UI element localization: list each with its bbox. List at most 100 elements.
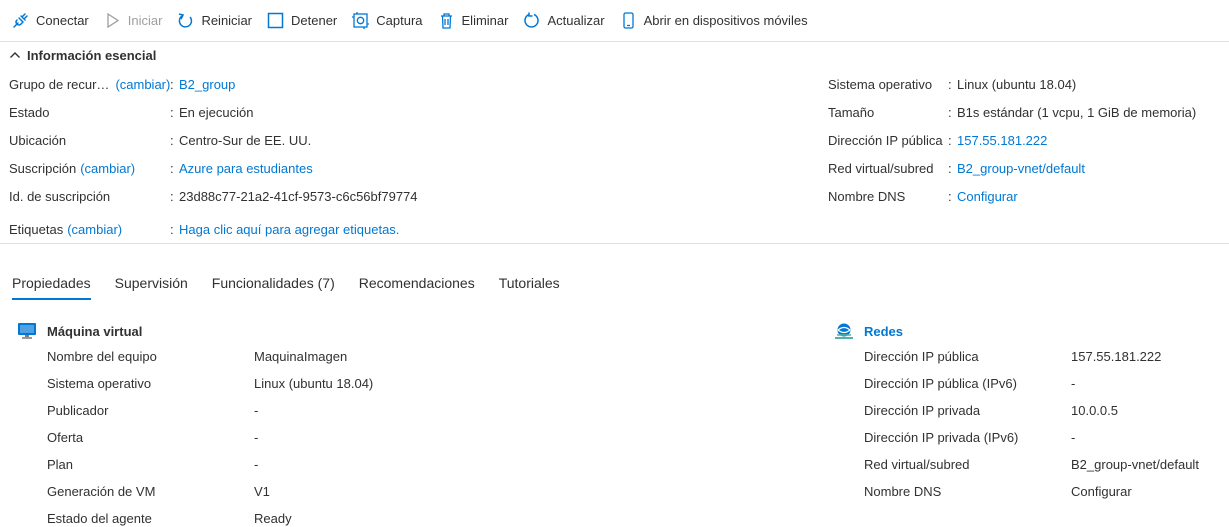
- tab-properties[interactable]: Propiedades: [12, 270, 91, 300]
- stop-label: Detener: [291, 13, 338, 28]
- tab-monitoring[interactable]: Supervisión: [115, 270, 188, 300]
- vnet-link[interactable]: B2_group-vnet/default: [957, 159, 1085, 177]
- refresh-button[interactable]: Actualizar: [523, 0, 605, 42]
- network-dns-configure-link[interactable]: Configurar: [1071, 482, 1132, 500]
- mobile-phone-icon: [620, 12, 637, 29]
- capture-icon: [352, 12, 370, 29]
- command-bar: Conectar Iniciar Reiniciar Detener Captu…: [0, 0, 1229, 42]
- vm-row-label: Oferta: [47, 429, 84, 445]
- start-label: Iniciar: [127, 13, 163, 28]
- tags-separator: :: [170, 221, 174, 237]
- vm-row-value: Ready: [254, 510, 292, 526]
- vm-row-label: Publicador: [47, 402, 109, 418]
- delete-button[interactable]: Eliminar: [438, 0, 509, 42]
- vm-row-label: Nombre del equipo: [47, 348, 157, 364]
- dns-configure-link[interactable]: Configurar: [957, 187, 1018, 205]
- connect-button[interactable]: Conectar: [12, 0, 89, 42]
- size-label: Tamaño: [828, 104, 875, 120]
- size-value: B1s estándar (1 vcpu, 1 GiB de memoria): [957, 104, 1197, 120]
- network-row-value: -: [1071, 375, 1076, 391]
- start-button[interactable]: Iniciar: [104, 0, 163, 42]
- network-icon: [834, 322, 854, 340]
- network-row-label: Nombre DNS: [864, 483, 942, 499]
- location-value: Centro-Sur de EE. UU.: [179, 132, 312, 148]
- open-mobile-button[interactable]: Abrir en dispositivos móviles: [620, 0, 808, 42]
- network-row-label: Dirección IP privada: [864, 402, 981, 418]
- tab-tutorials[interactable]: Tutoriales: [499, 270, 560, 300]
- trash-icon: [438, 12, 455, 29]
- location-label: Ubicación: [9, 132, 67, 148]
- connect-label: Conectar: [36, 13, 89, 28]
- status-label: Estado: [9, 104, 50, 120]
- vm-section-header: Máquina virtual: [17, 321, 142, 341]
- os-label: Sistema operativo: [828, 76, 933, 92]
- restart-label: Reiniciar: [201, 13, 253, 28]
- resource-group-row: Grupo de recur… (cambiar): [9, 75, 170, 93]
- network-section-header: Redes: [834, 321, 903, 341]
- subscription-value-link[interactable]: Azure para estudiantes: [179, 159, 313, 177]
- vm-section-title: Máquina virtual: [47, 323, 143, 339]
- dns-label: Nombre DNS: [828, 188, 906, 204]
- status-separator: :: [170, 104, 174, 120]
- tags-row: Etiquetas (cambiar): [9, 220, 122, 238]
- vm-row-value: Linux (ubuntu 18.04): [254, 375, 374, 391]
- size-separator: :: [948, 104, 952, 120]
- os-value: Linux (ubuntu 18.04): [957, 76, 1077, 92]
- refresh-label: Actualizar: [547, 13, 605, 28]
- vm-row-value: V1: [254, 483, 270, 499]
- vm-row-label: Estado del agente: [47, 510, 152, 526]
- network-row-value: -: [1071, 429, 1076, 445]
- tab-capabilities[interactable]: Funcionalidades (7): [212, 270, 335, 300]
- vm-row-label: Plan: [47, 456, 74, 472]
- essentials-toggle[interactable]: Información esencial: [9, 46, 156, 64]
- os-separator: :: [948, 76, 952, 92]
- subscription-change-link[interactable]: (cambiar): [80, 161, 135, 176]
- open-mobile-label: Abrir en dispositivos móviles: [643, 13, 808, 28]
- network-row-label: Dirección IP pública (IPv6): [864, 375, 1017, 391]
- refresh-icon: [523, 12, 540, 29]
- vm-row-value: MaquinaImagen: [254, 348, 348, 364]
- tags-change-link[interactable]: (cambiar): [67, 222, 122, 237]
- resource-group-separator: :: [170, 76, 174, 92]
- tags-label: Etiquetas: [9, 221, 64, 237]
- stop-button[interactable]: Detener: [267, 0, 337, 42]
- location-separator: :: [170, 132, 174, 148]
- subscription-id-value: 23d88c77-21a2-41cf-9573-c6c56bf79774: [179, 188, 418, 204]
- vm-row-value: -: [254, 402, 259, 418]
- capture-label: Captura: [376, 13, 423, 28]
- vnet-separator: :: [948, 160, 952, 176]
- network-section-title: Redes: [864, 323, 904, 339]
- status-value: En ejecución: [179, 104, 254, 120]
- resource-group-value-link[interactable]: B2_group: [179, 75, 235, 93]
- public-ip-label: Dirección IP pública: [828, 132, 943, 148]
- network-row-label: Dirección IP privada (IPv6): [864, 429, 1019, 445]
- capture-button[interactable]: Captura: [352, 0, 423, 42]
- delete-label: Eliminar: [461, 13, 509, 28]
- dns-separator: :: [948, 188, 952, 204]
- resource-group-change-link[interactable]: (cambiar): [115, 77, 170, 92]
- virtual-machine-icon: [17, 322, 37, 340]
- public-ip-link[interactable]: 157.55.181.222: [957, 131, 1047, 149]
- subscription-id-separator: :: [170, 188, 174, 204]
- vm-row-label: Generación de VM: [47, 483, 156, 499]
- network-public-ip-link[interactable]: 157.55.181.222: [1071, 347, 1161, 365]
- vm-row-value: -: [254, 429, 259, 445]
- resource-group-label: Grupo de recur…: [9, 76, 110, 92]
- network-row-value: 10.0.0.5: [1071, 402, 1118, 418]
- tab-recommendations[interactable]: Recomendaciones: [359, 270, 475, 300]
- network-row-label: Red virtual/subred: [864, 456, 970, 472]
- play-icon: [104, 12, 121, 29]
- chevron-up-icon: [9, 49, 21, 61]
- subscription-id-label: Id. de suscripción: [9, 188, 111, 204]
- essentials-divider: [0, 243, 1229, 244]
- subscription-row: Suscripción (cambiar): [9, 159, 135, 177]
- essentials-title: Información esencial: [27, 47, 157, 63]
- vnet-label: Red virtual/subred: [828, 160, 934, 176]
- restart-button[interactable]: Reiniciar: [177, 0, 252, 42]
- network-vnet-link[interactable]: B2_group-vnet/default: [1071, 455, 1199, 473]
- subscription-label: Suscripción: [9, 160, 77, 176]
- add-tags-link[interactable]: Haga clic aquí para agregar etiquetas.: [179, 220, 399, 238]
- plug-icon: [12, 12, 29, 29]
- restart-icon: [177, 12, 194, 29]
- public-ip-separator: :: [948, 132, 952, 148]
